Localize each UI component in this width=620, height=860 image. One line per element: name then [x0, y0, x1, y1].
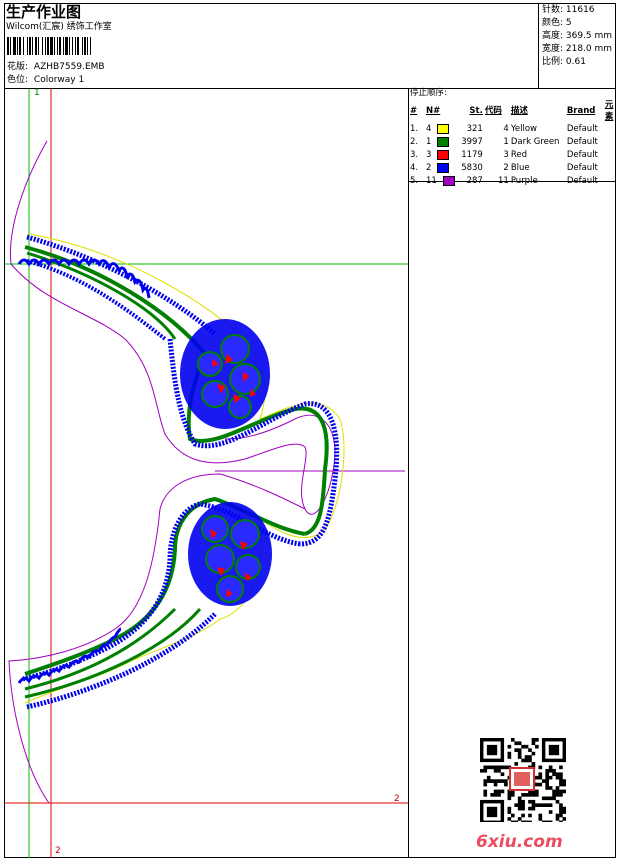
row-stitches: 5830: [461, 163, 483, 173]
row-description: Yellow: [510, 124, 537, 134]
row-brand: Default: [566, 176, 598, 186]
marker-2-right: 2: [394, 794, 400, 804]
row-element: [604, 149, 615, 162]
row-brand: Default: [566, 137, 598, 147]
row-index: 5.: [410, 176, 419, 186]
needle-number: 4: [426, 124, 432, 134]
col-code: 代码: [484, 106, 502, 116]
row-element: [604, 136, 615, 149]
row-needle: 11: [425, 175, 456, 188]
col-description: 描述: [510, 106, 528, 116]
stat-height: 高度: 369.5 mm: [542, 31, 613, 41]
col-element: 元素: [604, 100, 614, 122]
table-row: 1. 4 321 4 Yellow Default: [409, 123, 615, 136]
color-swatch: [442, 175, 455, 186]
yellow-outline: [24, 233, 345, 704]
row-element: [604, 162, 615, 175]
row-code: 4: [503, 124, 509, 134]
table-row: 3. 3 1179 3 Red Default: [409, 149, 615, 162]
stat-width: 宽度: 218.0 mm: [542, 44, 613, 54]
marker-1: 1: [34, 88, 40, 98]
row-element: [604, 175, 615, 188]
colorway-row: 色位: Colorway 1: [7, 75, 84, 86]
row-needle: 4: [425, 123, 456, 136]
row-index: 2.: [410, 137, 419, 147]
flower-cluster-lower: [188, 502, 272, 606]
band-upper-green-a: [24, 245, 329, 536]
row-description: Dark Green: [510, 137, 560, 147]
stop-sequence-table: # N# St. 代码 描述 Brand 元素 1. 4 321 4 Yellow Def…: [409, 99, 615, 188]
pattern-label: 花版:: [7, 62, 29, 72]
table-row: 5. 11 287 11 Purple Default: [409, 175, 615, 188]
row-description: Purple: [510, 176, 538, 186]
color-swatch: [437, 149, 450, 160]
colorway-label: 色位:: [7, 75, 29, 85]
row-code: 1: [503, 137, 509, 147]
table-header-row: # N# St. 代码 描述 Brand 元素: [409, 99, 615, 123]
row-index: 1.: [410, 124, 419, 134]
row-code: 11: [498, 176, 509, 186]
row-description: Blue: [510, 163, 530, 173]
table-row: 4. 2 5830 2 Blue Default: [409, 162, 615, 175]
needle-number: 1: [426, 137, 432, 147]
row-code: 2: [503, 163, 509, 173]
color-swatch: [437, 136, 450, 147]
panel-divider: [408, 88, 409, 858]
row-stitches: 1179: [461, 150, 483, 160]
barcode: [7, 37, 152, 55]
needle-number: 2: [426, 163, 432, 173]
color-swatch: [437, 162, 450, 173]
pattern-row: 花版: AZHB7559.EMB: [7, 62, 105, 73]
row-needle: 1: [425, 136, 456, 149]
embroidery-drawing: [5, 89, 408, 858]
stat-colors: 颜色: 5: [542, 18, 572, 28]
row-brand: Default: [566, 150, 598, 160]
row-stitches: 3997: [461, 137, 483, 147]
qr-code: [480, 738, 566, 822]
studio-name: Wilcom(汇宸) 绣饰工作室: [6, 22, 112, 32]
needle-number: 11: [426, 176, 437, 186]
stats-box: 针数: 11616 颜色: 5 高度: 369.5 mm 宽度: 218.0 m…: [538, 4, 617, 89]
needle-number: 3: [426, 150, 432, 160]
row-description: Red: [510, 150, 527, 160]
row-needle: 3: [425, 149, 456, 162]
stat-stitches: 针数: 11616: [542, 5, 595, 15]
row-stitches: 287: [466, 176, 483, 186]
pattern-value: AZHB7559.EMB: [33, 62, 105, 72]
col-brand: Brand: [566, 106, 596, 116]
header-left: 生产作业图 Wilcom(汇宸) 绣饰工作室: [6, 4, 536, 33]
color-swatch: [437, 123, 450, 134]
col-stitches: St.: [469, 106, 483, 116]
flower-cluster-upper: [180, 319, 270, 429]
row-brand: Default: [566, 163, 598, 173]
stop-sequence-caption: 停止顺序:: [410, 88, 447, 98]
watermark-site: 6xiu.com: [476, 832, 563, 852]
row-index: 3.: [410, 150, 419, 160]
row-stitches: 321: [466, 124, 483, 134]
stop-sequence-panel: 停止顺序: # N# St. 代码 描述 Brand 元素 1. 4 321 4 Yel…: [408, 88, 616, 188]
row-index: 4.: [410, 163, 419, 173]
row-brand: Default: [566, 124, 598, 134]
marker-2-bottom: 2: [55, 846, 61, 856]
colorway-value: Colorway 1: [33, 75, 85, 85]
col-needle: N#: [426, 106, 441, 116]
row-needle: 2: [425, 162, 456, 175]
sheet-title: 生产作业图: [6, 3, 82, 21]
col-index: #: [410, 106, 418, 116]
stat-scale: 比例: 0.61: [542, 57, 586, 67]
table-row: 2. 1 3997 1 Dark Green Default: [409, 136, 615, 149]
row-element: [604, 123, 615, 136]
row-code: 3: [503, 150, 509, 160]
